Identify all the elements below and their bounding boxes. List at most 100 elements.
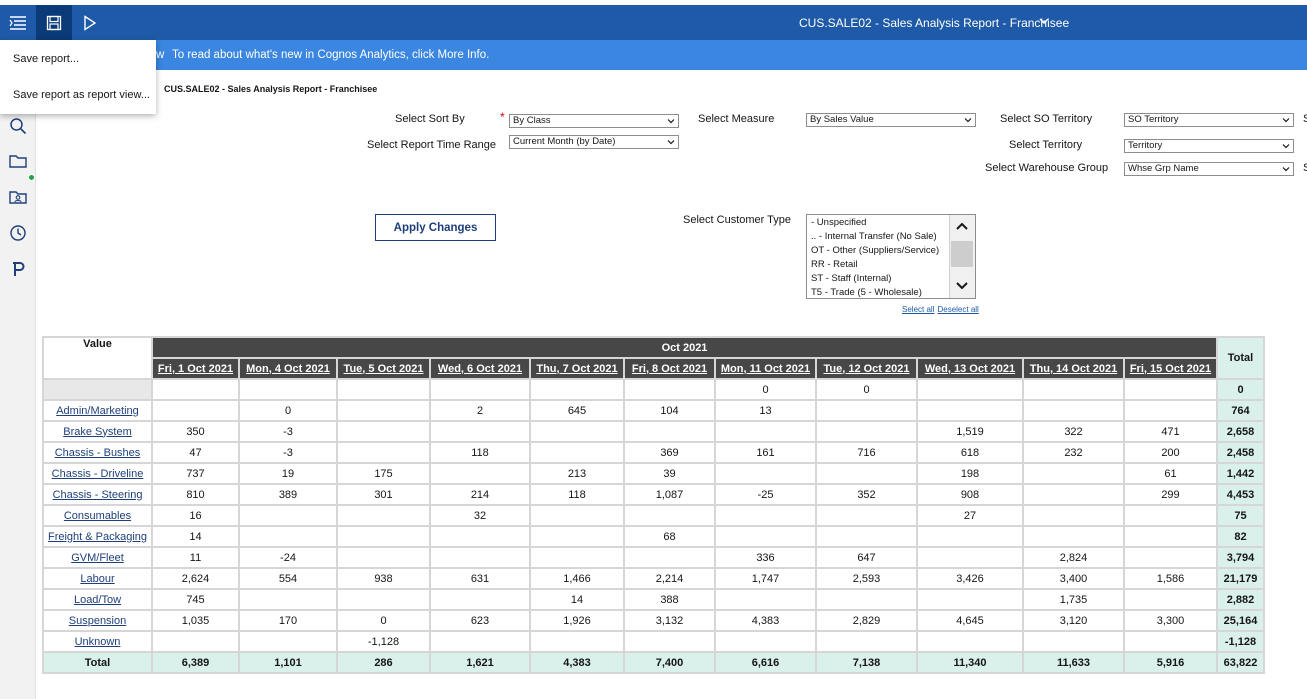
row-header[interactable]: Labour	[42, 567, 153, 590]
save-icon[interactable]	[36, 5, 72, 40]
measure-select[interactable]: By Sales Value	[806, 113, 976, 127]
row-header[interactable]: Brake System	[42, 420, 153, 443]
run-icon[interactable]	[72, 5, 108, 40]
day-column-header[interactable]: Mon, 4 Oct 2021	[238, 357, 338, 380]
day-column-header[interactable]: Thu, 14 Oct 2021	[1022, 357, 1125, 380]
table-cell: 3,132	[623, 609, 716, 632]
table-cell	[529, 630, 625, 653]
table-cell: 388	[623, 588, 716, 611]
save-menu: Save report... Save report as report vie…	[0, 40, 156, 114]
day-column-header[interactable]: Wed, 13 Oct 2021	[916, 357, 1024, 380]
day-column-header[interactable]: Fri, 8 Oct 2021	[623, 357, 716, 380]
column-total-cell: 11,340	[916, 651, 1024, 674]
column-total-cell: 11,633	[1022, 651, 1125, 674]
menu-item-save-report[interactable]: Save report...	[13, 53, 79, 65]
menu-item-save-report-view[interactable]: Save report as report view...	[13, 89, 150, 101]
row-header[interactable]: Chassis - Bushes	[42, 441, 153, 464]
row-total-cell: 21,179	[1216, 567, 1265, 590]
row-total-cell: -1,128	[1216, 630, 1265, 653]
team-content-icon[interactable]	[8, 187, 28, 207]
listbox-option[interactable]: - Unspecified	[811, 217, 866, 228]
table-cell	[336, 525, 431, 548]
row-header[interactable]: Chassis - Driveline	[42, 462, 153, 485]
listbox-option[interactable]: RR - Retail	[811, 259, 857, 270]
recent-icon[interactable]	[8, 223, 28, 243]
chevron-up-icon[interactable]	[955, 221, 969, 231]
time-range-label: Select Report Time Range	[367, 139, 497, 151]
row-header[interactable]: Suspension	[42, 609, 153, 632]
notification-dot	[28, 174, 35, 181]
folder-icon[interactable]	[8, 151, 28, 171]
navigation-menu-icon[interactable]	[0, 5, 36, 40]
table-cell	[1123, 588, 1218, 611]
day-column-header[interactable]: Tue, 12 Oct 2021	[815, 357, 918, 380]
scrollbar-thumb[interactable]	[951, 241, 973, 267]
sort-by-select[interactable]: By Class	[509, 114, 679, 128]
table-cell: 1,519	[916, 420, 1024, 443]
table-cell	[336, 420, 431, 443]
row-total-cell: 0	[1216, 378, 1265, 401]
table-cell	[714, 588, 817, 611]
row-total-cell: 3,794	[1216, 546, 1265, 569]
table-cell: 716	[815, 441, 918, 464]
table-cell: 1,586	[1123, 567, 1218, 590]
table-cell: 16	[151, 504, 240, 527]
day-column-header[interactable]: Tue, 5 Oct 2021	[336, 357, 431, 380]
row-header[interactable]: Consumables	[42, 504, 153, 527]
table-cell	[916, 525, 1024, 548]
table-cell	[623, 420, 716, 443]
table-cell: 0	[238, 399, 338, 422]
customer-type-listbox[interactable]: - Unspecified .. - Internal Transfer (No…	[806, 214, 976, 299]
listbox-option[interactable]: OT - Other (Suppliers/Service)	[811, 245, 939, 256]
table-cell: 0	[714, 378, 817, 401]
grand-total-cell: 63,822	[1216, 651, 1265, 674]
chevron-down-icon[interactable]	[955, 281, 969, 291]
row-header[interactable]: Load/Tow	[42, 588, 153, 611]
table-cell	[916, 378, 1024, 401]
day-column-header[interactable]: Fri, 1 Oct 2021	[151, 357, 240, 380]
warehouse-group-select[interactable]: Whse Grp Name	[1124, 162, 1294, 176]
table-cell: -25	[714, 483, 817, 506]
table-cell	[1022, 378, 1125, 401]
table-cell	[714, 630, 817, 653]
listbox-option[interactable]: ST - Staff (Internal)	[811, 273, 891, 284]
listbox-scrollbar[interactable]	[949, 215, 975, 298]
territory-select[interactable]: Territory	[1124, 139, 1294, 153]
apply-changes-button[interactable]: Apply Changes	[375, 214, 496, 241]
table-cell	[916, 399, 1024, 422]
row-header[interactable]: Admin/Marketing	[42, 399, 153, 422]
table-cell: 1,747	[714, 567, 817, 590]
table-cell	[151, 630, 240, 653]
listbox-option[interactable]: .. - Internal Transfer (No Sale)	[811, 231, 937, 242]
select-all-link[interactable]: Select all	[902, 305, 934, 314]
day-column-header[interactable]: Thu, 7 Oct 2021	[529, 357, 625, 380]
table-cell	[336, 441, 431, 464]
search-icon[interactable]	[8, 116, 28, 136]
row-header[interactable]: Chassis - Steering	[42, 483, 153, 506]
chevron-down-icon	[1282, 144, 1290, 149]
day-column-header[interactable]: Mon, 11 Oct 2021	[714, 357, 817, 380]
chevron-down-icon[interactable]	[1038, 15, 1050, 30]
table-cell	[429, 546, 531, 569]
report-title-header[interactable]: CUS.SALE02 - Sales Analysis Report - Fra…	[799, 16, 1069, 30]
deselect-all-link[interactable]: Deselect all	[937, 305, 978, 314]
time-range-select[interactable]: Current Month (by Date)	[509, 135, 679, 149]
territory-value: Territory	[1128, 140, 1163, 151]
table-cell: 554	[238, 567, 338, 590]
listbox-option[interactable]: T5 - Trade (5 - Wholesale)	[811, 287, 922, 298]
table-cell	[1123, 504, 1218, 527]
row-header[interactable]: Unknown	[42, 630, 153, 653]
row-total-cell: 75	[1216, 504, 1265, 527]
table-cell: 471	[1123, 420, 1218, 443]
chevron-down-icon	[1282, 118, 1290, 123]
day-column-header[interactable]: Fri, 15 Oct 2021	[1123, 357, 1218, 380]
table-cell	[151, 378, 240, 401]
so-territory-select[interactable]: SO Territory	[1124, 113, 1294, 127]
row-total-cell: 4,453	[1216, 483, 1265, 506]
row-header[interactable]: Freight & Packaging	[42, 525, 153, 548]
p-icon[interactable]	[8, 259, 28, 279]
table-cell: 68	[623, 525, 716, 548]
chevron-down-icon	[667, 119, 675, 124]
day-column-header[interactable]: Wed, 6 Oct 2021	[429, 357, 531, 380]
row-header[interactable]: GVM/Fleet	[42, 546, 153, 569]
